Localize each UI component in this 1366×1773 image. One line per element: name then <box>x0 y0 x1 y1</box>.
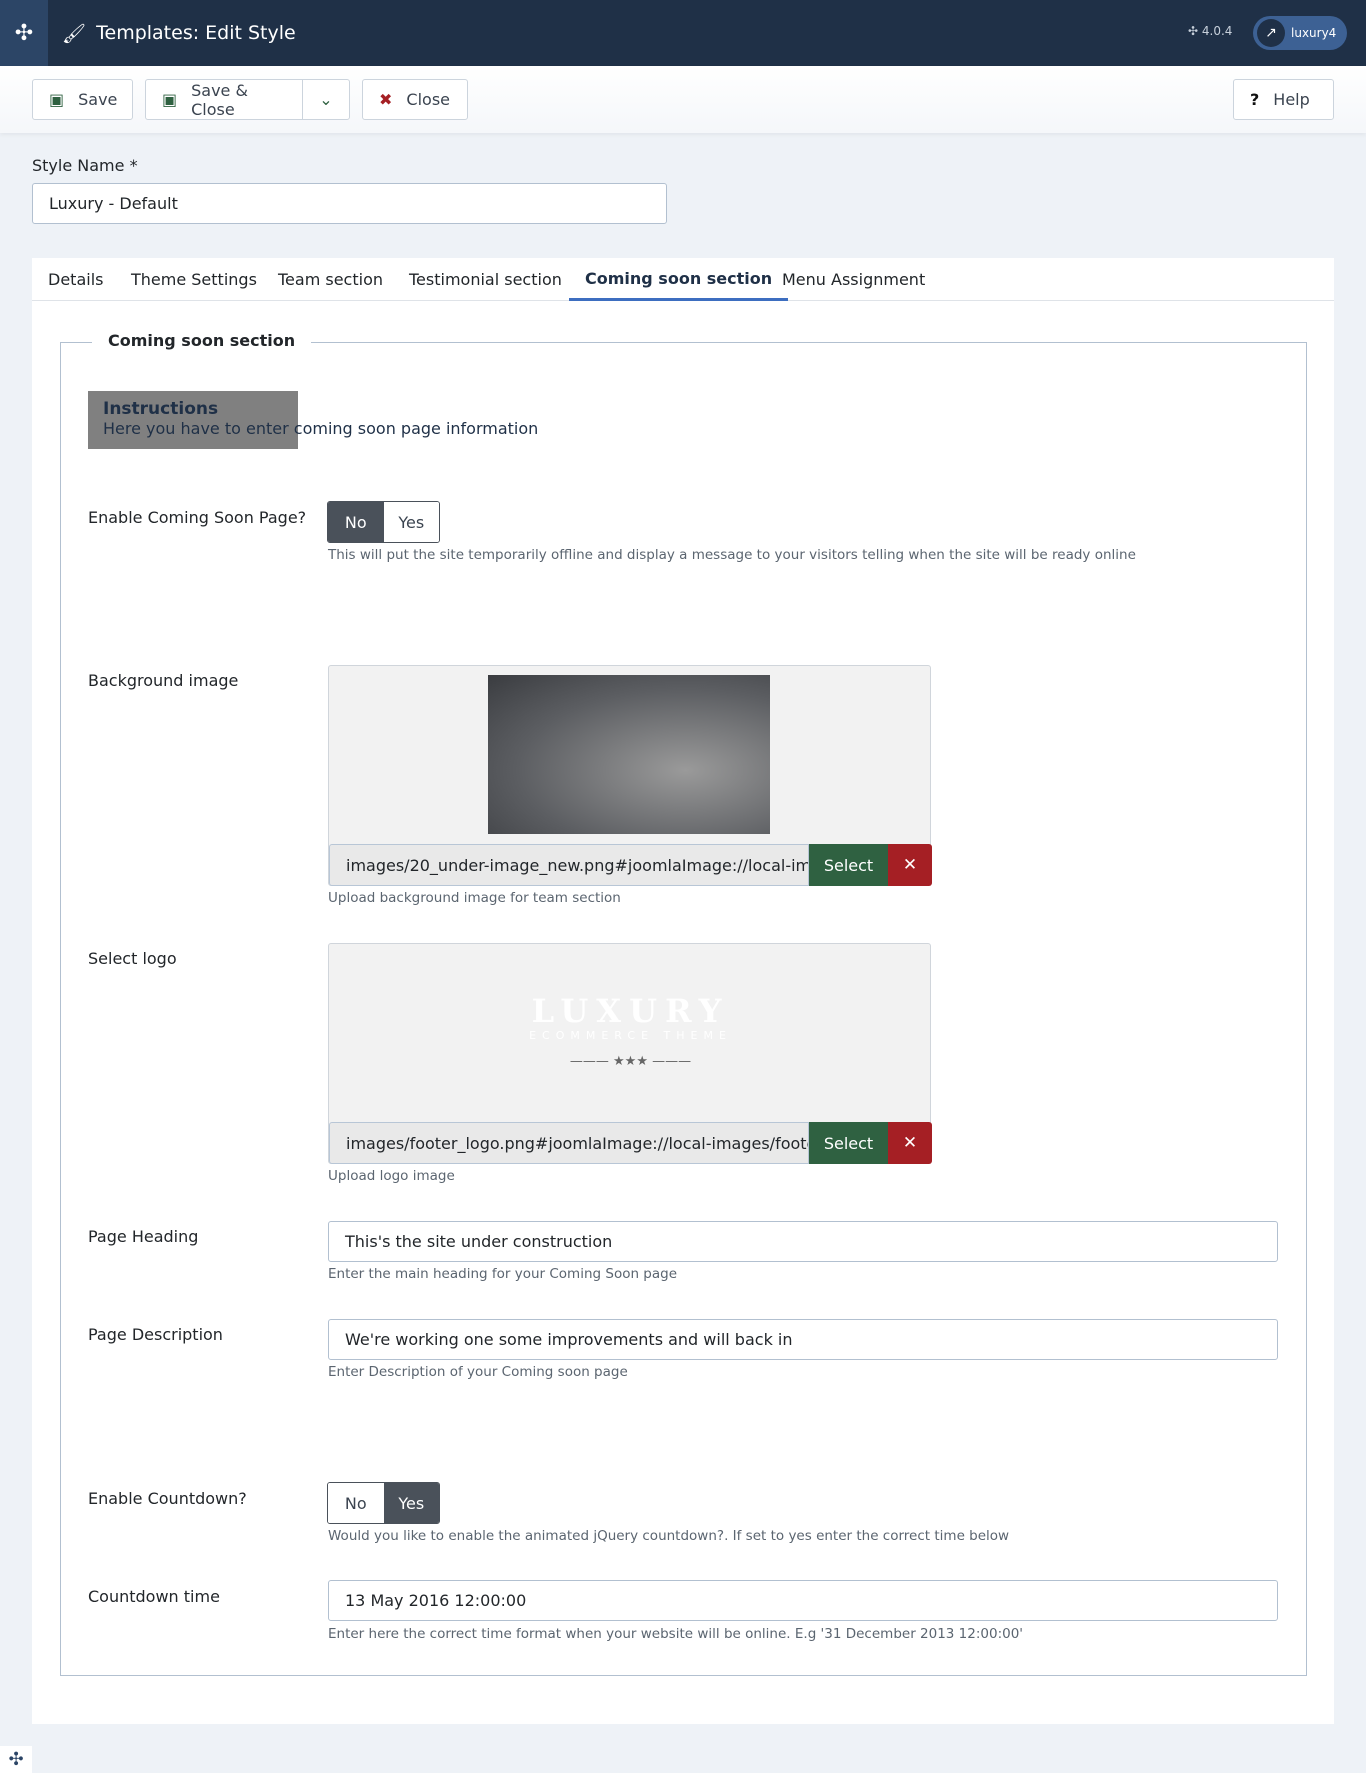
description-label: Page Description <box>88 1325 223 1344</box>
enable-page-toggle[interactable]: No Yes <box>327 501 440 543</box>
tab-testimonial-section[interactable]: Testimonial section <box>393 258 578 301</box>
fieldset-legend: Coming soon section <box>92 331 312 350</box>
logo-label: Select logo <box>88 949 177 968</box>
chevron-down-icon: ⌄ <box>319 90 333 109</box>
tab-details[interactable]: Details <box>32 258 119 301</box>
enable-page-label: Enable Coming Soon Page? <box>88 508 307 527</box>
logo-clear-button[interactable]: ✕ <box>888 1122 932 1164</box>
heading-help: Enter the main heading for your Coming S… <box>328 1266 678 1282</box>
bg-image-field: images/20_under-image_new.png#joomlaImag… <box>328 665 932 886</box>
toolbar: ▣ Save ▣ Save & Close ⌄ ✖ Close ? Help <box>0 66 1366 133</box>
save-icon: ▣ <box>49 90 65 109</box>
toggle-no[interactable]: No <box>328 502 384 542</box>
tab-theme-settings[interactable]: Theme Settings <box>115 258 273 301</box>
logo-select-button[interactable]: Select <box>809 1122 888 1164</box>
save-dropdown-button[interactable]: ⌄ <box>302 79 350 120</box>
question-icon: ? <box>1250 90 1260 109</box>
close-icon: ✖ <box>379 90 393 109</box>
bg-image-label: Background image <box>88 671 239 690</box>
heading-label: Page Heading <box>88 1227 199 1246</box>
enable-page-help: This will put the site temporarily offli… <box>328 547 1136 563</box>
countdown-time-input[interactable]: 13 May 2016 12:00:00 <box>328 1580 1278 1621</box>
tab-bar: Details Theme Settings Team section Test… <box>32 258 1334 301</box>
logo-subtitle: ECOMMERCE THEME <box>529 1029 732 1042</box>
logo-field: LUXURY ECOMMERCE THEME ——— ★★★ ——— image… <box>328 943 932 1164</box>
joomla-logo-icon[interactable]: ✣ <box>0 0 48 66</box>
tab-team-section[interactable]: Team section <box>262 258 399 301</box>
heading-input[interactable]: This's the site under construction <box>328 1221 1278 1262</box>
countdown-time-help: Enter here the correct time format when … <box>328 1626 1024 1642</box>
toggle-no[interactable]: No <box>328 1483 384 1523</box>
style-name-input[interactable]: Luxury - Default <box>32 183 667 224</box>
description-help: Enter Description of your Coming soon pa… <box>328 1364 628 1380</box>
tab-menu-assignment[interactable]: Menu Assignment <box>766 258 941 301</box>
page-title: 🖌 Templates: Edit Style <box>62 22 296 45</box>
save-close-button[interactable]: ▣ Save & Close <box>145 79 303 120</box>
logo-stars-icon: ——— ★★★ ——— <box>569 1054 692 1069</box>
save-button[interactable]: ▣ Save <box>32 79 133 120</box>
bg-image-help: Upload background image for team section <box>328 890 621 906</box>
help-button[interactable]: ? Help <box>1233 79 1334 120</box>
close-button[interactable]: ✖ Close <box>362 79 468 120</box>
countdown-label: Enable Countdown? <box>88 1489 247 1508</box>
save-icon: ▣ <box>162 90 178 109</box>
bg-image-path[interactable]: images/20_under-image_new.png#joomlaImag… <box>329 844 809 886</box>
countdown-time-label: Countdown time <box>88 1587 220 1606</box>
logo-preview: LUXURY <box>531 992 730 1030</box>
bg-image-clear-button[interactable]: ✕ <box>888 844 932 886</box>
description-input[interactable]: We're working one some improvements and … <box>328 1319 1278 1360</box>
toggle-yes[interactable]: Yes <box>383 1483 439 1523</box>
bg-image-select-button[interactable]: Select <box>809 844 888 886</box>
toggle-yes[interactable]: Yes <box>383 502 439 542</box>
logo-path[interactable]: images/footer_logo.png#joomlaImage://loc… <box>329 1122 809 1164</box>
countdown-help: Would you like to enable the animated jQ… <box>328 1528 1010 1544</box>
version-label: ✣ 4.0.4 <box>1188 24 1233 38</box>
instructions-text: Here you have to enter coming soon page … <box>103 419 539 438</box>
instructions-title: Instructions <box>103 399 219 419</box>
countdown-toggle[interactable]: No Yes <box>327 1482 440 1524</box>
logo-help: Upload logo image <box>328 1168 455 1184</box>
tab-coming-soon-section[interactable]: Coming soon section <box>569 258 789 301</box>
style-name-label: Style Name * <box>32 156 138 175</box>
bg-image-preview <box>488 675 770 834</box>
joomla-footer-icon: ✣ <box>0 1746 32 1773</box>
user-menu-button[interactable]: ↗ luxury4 <box>1253 16 1347 50</box>
brush-icon: 🖌 <box>62 22 87 45</box>
external-link-icon: ↗ <box>1257 19 1285 47</box>
